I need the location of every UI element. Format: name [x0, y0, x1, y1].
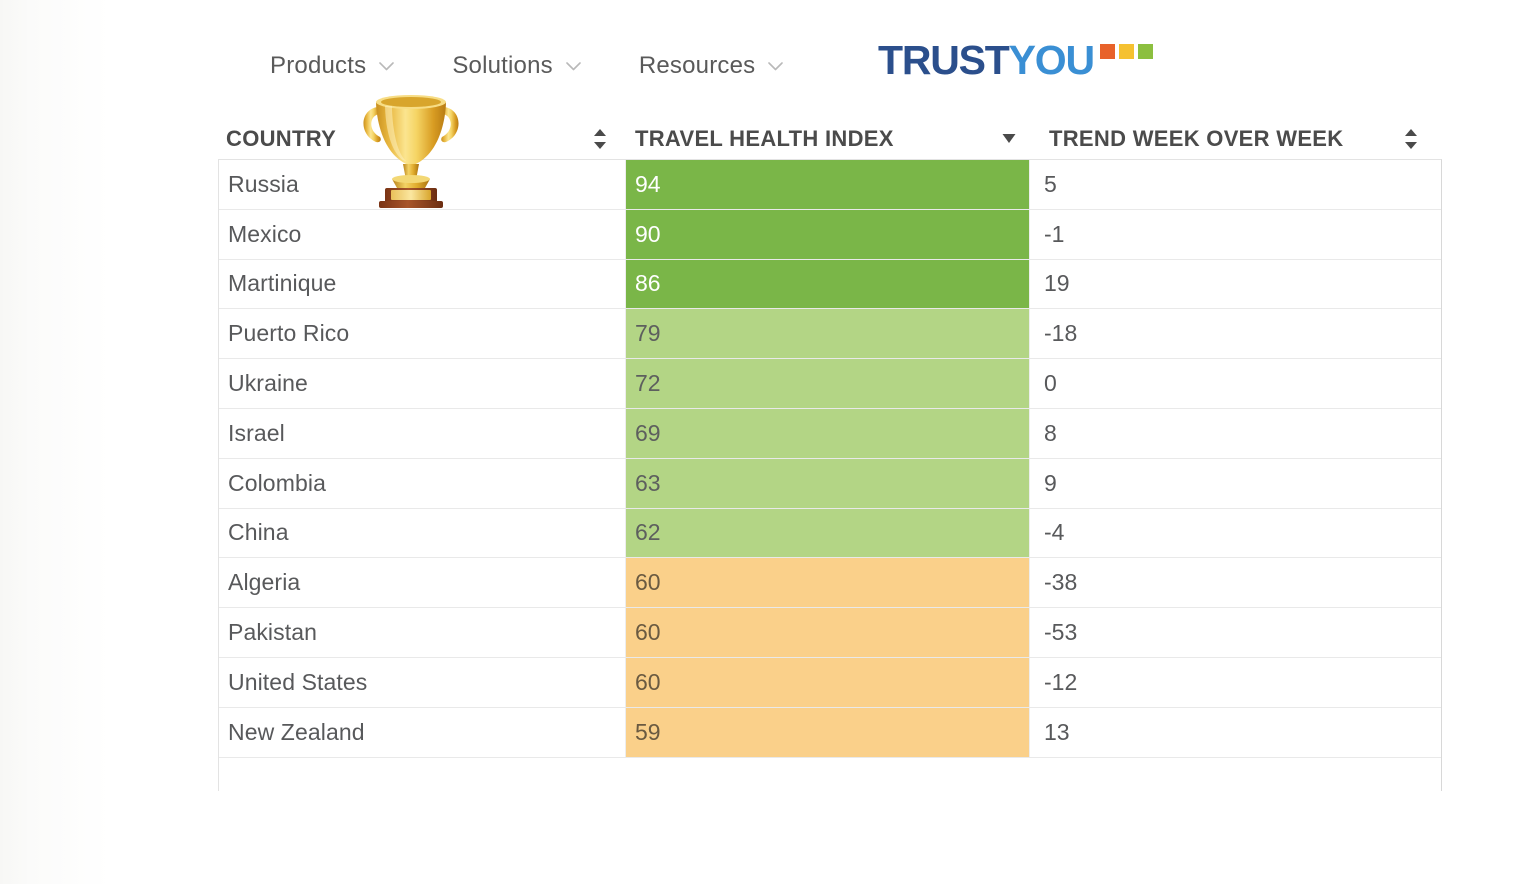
- nav-item-label: Products: [270, 52, 367, 79]
- cell-travel-health-index: 94: [626, 160, 1029, 209]
- nav-item-products[interactable]: Products: [270, 52, 395, 80]
- table-row[interactable]: Colombia 63 9: [219, 458, 1441, 509]
- cell-travel-health-index: 69: [626, 408, 1029, 458]
- cell-country: China: [219, 508, 626, 558]
- table-row[interactable]: Ukraine 72 0: [219, 359, 1441, 409]
- nav-item-label: Resources: [638, 52, 756, 79]
- chevron-down-icon: [566, 61, 581, 71]
- column-header-trend-week-over-week[interactable]: TREND WEEK OVER WEEK: [1036, 118, 1442, 159]
- cell-country: Colombia: [219, 458, 626, 508]
- cell-trend-week-over-week: 13: [1029, 707, 1440, 757]
- cell-country: Algeria: [219, 558, 626, 608]
- top-navigation-bar: Products Solutions Resources TRUSTYOU: [0, 0, 1520, 108]
- cell-trend-week-over-week: 9: [1029, 458, 1440, 508]
- cell-trend-week-over-week: -4: [1029, 508, 1440, 558]
- cell-country: Pakistan: [219, 608, 626, 657]
- cell-travel-health-index: 62: [626, 508, 1029, 558]
- nav-item-label: Solutions: [452, 52, 553, 79]
- cell-trend-week-over-week: -1: [1029, 209, 1440, 259]
- column-header-label: TREND WEEK OVER WEEK: [1049, 125, 1344, 151]
- cell-trend-week-over-week: 5: [1029, 160, 1440, 209]
- logo-square-1: [1099, 44, 1115, 59]
- cell-travel-health-index: 63: [626, 458, 1029, 508]
- column-header-country[interactable]: COUNTRY: [218, 118, 626, 159]
- nav-item-solutions[interactable]: Solutions: [452, 52, 581, 80]
- travel-health-index-table: COUNTRY TRAVEL HEALTH INDEX TREND WEEK O…: [218, 118, 1442, 791]
- table-row[interactable]: China 62 -4: [219, 508, 1441, 559]
- table-row[interactable]: Algeria 60 -38: [219, 558, 1441, 609]
- logo-text-trust: TRUST: [878, 37, 1010, 83]
- cell-travel-health-index: 86: [626, 259, 1029, 309]
- cell-country: New Zealand: [219, 707, 626, 757]
- sort-desc-icon[interactable]: [1000, 131, 1018, 153]
- chevron-down-icon: [379, 61, 395, 71]
- table-row[interactable]: Israel 69 8: [219, 408, 1441, 459]
- table-row[interactable]: Martinique 86 19: [219, 259, 1441, 310]
- cell-country: Israel: [219, 408, 626, 458]
- table-header-row: COUNTRY TRAVEL HEALTH INDEX TREND WEEK O…: [218, 118, 1442, 159]
- cell-country: United States: [219, 657, 626, 707]
- nav-menu: Products Solutions Resources: [270, 52, 841, 80]
- logo-square-3: [1137, 44, 1153, 59]
- cell-travel-health-index: 60: [626, 558, 1029, 608]
- trustyou-logo[interactable]: TRUSTYOU: [878, 38, 1153, 86]
- page-root: Products Solutions Resources TRUSTYOU CO…: [0, 0, 1520, 884]
- cell-trend-week-over-week: -12: [1029, 657, 1440, 707]
- cell-country: Mexico: [219, 209, 626, 259]
- chevron-down-icon: [768, 61, 784, 71]
- column-header-label: TRAVEL HEALTH INDEX: [635, 125, 894, 151]
- cell-trend-week-over-week: 8: [1029, 408, 1440, 458]
- cell-trend-week-over-week: -53: [1029, 608, 1440, 657]
- column-header-travel-health-index[interactable]: TRAVEL HEALTH INDEX: [626, 118, 1036, 159]
- table-row[interactable]: Puerto Rico 79 -18: [219, 309, 1441, 360]
- logo-square-2: [1118, 44, 1134, 59]
- logo-text-you: YOU: [1008, 37, 1095, 83]
- cell-travel-health-index: 72: [626, 359, 1029, 408]
- table-row[interactable]: Mexico 90 -1: [219, 209, 1441, 260]
- nav-item-resources[interactable]: Resources: [639, 52, 784, 80]
- cell-country: Martinique: [219, 259, 626, 309]
- cell-travel-health-index: 60: [626, 608, 1029, 657]
- cell-trend-week-over-week: 0: [1029, 359, 1440, 408]
- logo-squares-icon: [1099, 44, 1153, 59]
- cell-trend-week-over-week: -38: [1029, 558, 1440, 608]
- cell-trend-week-over-week: 19: [1029, 259, 1440, 309]
- cell-travel-health-index: 90: [626, 209, 1029, 259]
- table-row[interactable]: New Zealand 59 13: [219, 707, 1441, 758]
- table-body: Russia 94 5 Mexico 90 -1 Martinique 86 19 Puerto …: [218, 159, 1442, 791]
- table-row[interactable]: Russia 94 5: [219, 160, 1441, 210]
- cell-country: Russia: [219, 160, 626, 209]
- cell-trend-week-over-week: -18: [1029, 309, 1440, 359]
- sort-both-icon[interactable]: [1402, 128, 1420, 150]
- cell-travel-health-index: 59: [626, 707, 1029, 757]
- table-row[interactable]: United States 60 -12: [219, 657, 1441, 708]
- table-row[interactable]: Pakistan 60 -53: [219, 608, 1441, 658]
- cell-travel-health-index: 60: [626, 657, 1029, 707]
- sort-both-icon[interactable]: [591, 128, 609, 150]
- cell-country: Puerto Rico: [219, 309, 626, 359]
- column-header-label: COUNTRY: [226, 125, 337, 151]
- cell-country: Ukraine: [219, 359, 626, 408]
- cell-travel-health-index: 79: [626, 309, 1029, 359]
